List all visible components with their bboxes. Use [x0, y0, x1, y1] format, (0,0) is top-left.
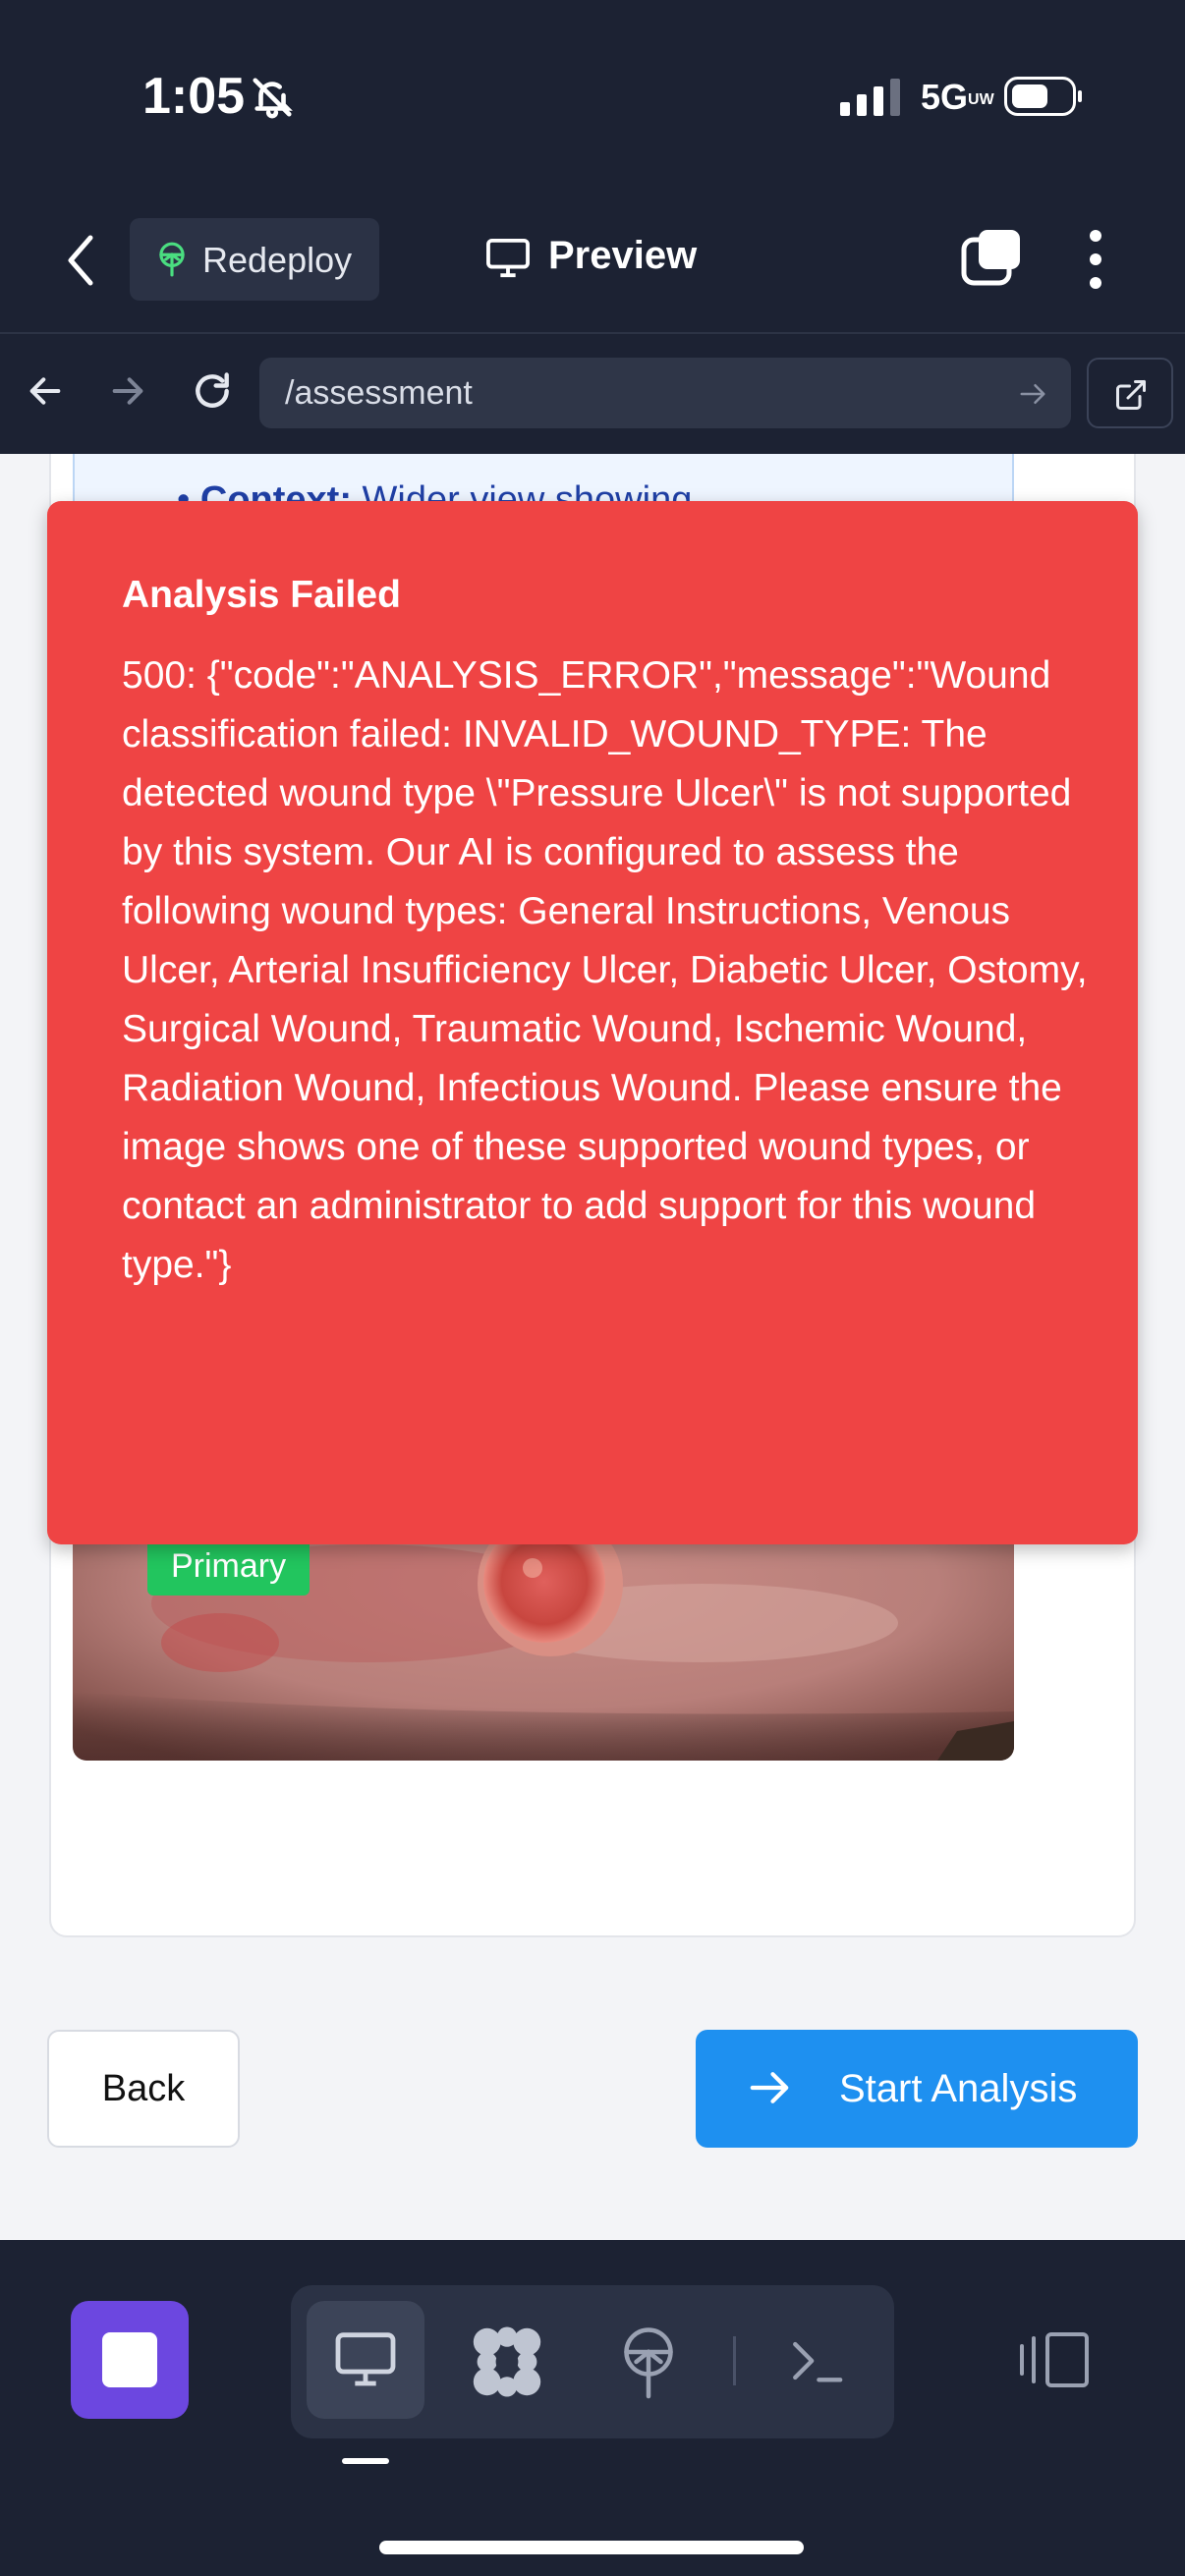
more-vertical-icon[interactable] [1081, 228, 1110, 291]
monitor-icon [335, 2332, 396, 2386]
start-analysis-label: Start Analysis [839, 2067, 1078, 2110]
primary-badge: Primary [147, 1537, 310, 1596]
start-analysis-button[interactable]: Start Analysis [696, 2030, 1138, 2148]
split-view-icon[interactable] [1018, 2330, 1091, 2389]
apps-grid-icon[interactable] [470, 2324, 544, 2399]
stop-icon [102, 2332, 157, 2387]
url-input[interactable]: /assessment [259, 358, 1071, 428]
tabs-icon[interactable] [961, 228, 1022, 287]
signal-icon [840, 79, 900, 116]
tool-group [291, 2285, 894, 2438]
arrow-right-icon[interactable] [1018, 381, 1047, 407]
battery-icon [1004, 77, 1082, 116]
preview-title[interactable]: Preview [548, 234, 697, 278]
external-link-icon [1116, 380, 1146, 410]
redeploy-button[interactable]: Redeploy [130, 218, 379, 301]
sprout-icon [159, 242, 185, 277]
redeploy-label: Redeploy [202, 240, 353, 280]
network-indicator: 5GUW [921, 77, 994, 117]
error-message: 500: {"code":"ANALYSIS_ERROR","message":… [122, 654, 1088, 1286]
chevron-left-icon[interactable] [61, 228, 100, 293]
bottom-toolbar [0, 2240, 1185, 2576]
status-bar: 1:05 5GUW [0, 0, 1185, 187]
monitor-icon [486, 238, 530, 278]
bell-off-icon [253, 78, 293, 119]
preview-tool-button[interactable] [307, 2301, 424, 2419]
status-time: 1:05 [142, 68, 246, 125]
error-title: Analysis Failed [122, 574, 401, 616]
open-external-button[interactable] [1087, 358, 1173, 428]
url-bar: /assessment [0, 334, 1185, 454]
app-header: Redeploy Preview [0, 187, 1185, 334]
active-tab-indicator [342, 2458, 389, 2464]
deploy-icon[interactable] [619, 2324, 678, 2399]
toolbar-divider [733, 2336, 736, 2385]
arrow-right-icon [750, 2072, 789, 2103]
reload-icon[interactable] [191, 369, 234, 413]
stop-button[interactable] [71, 2301, 189, 2419]
back-button[interactable]: Back [47, 2030, 240, 2148]
arrow-left-icon[interactable] [26, 371, 65, 411]
url-text: /assessment [285, 374, 473, 412]
error-toast[interactable]: Analysis Failed 500: {"code":"ANALYSIS_E… [47, 501, 1138, 1544]
terminal-icon[interactable] [788, 2334, 845, 2387]
arrow-right-icon[interactable] [108, 371, 147, 411]
home-indicator [379, 2541, 804, 2554]
